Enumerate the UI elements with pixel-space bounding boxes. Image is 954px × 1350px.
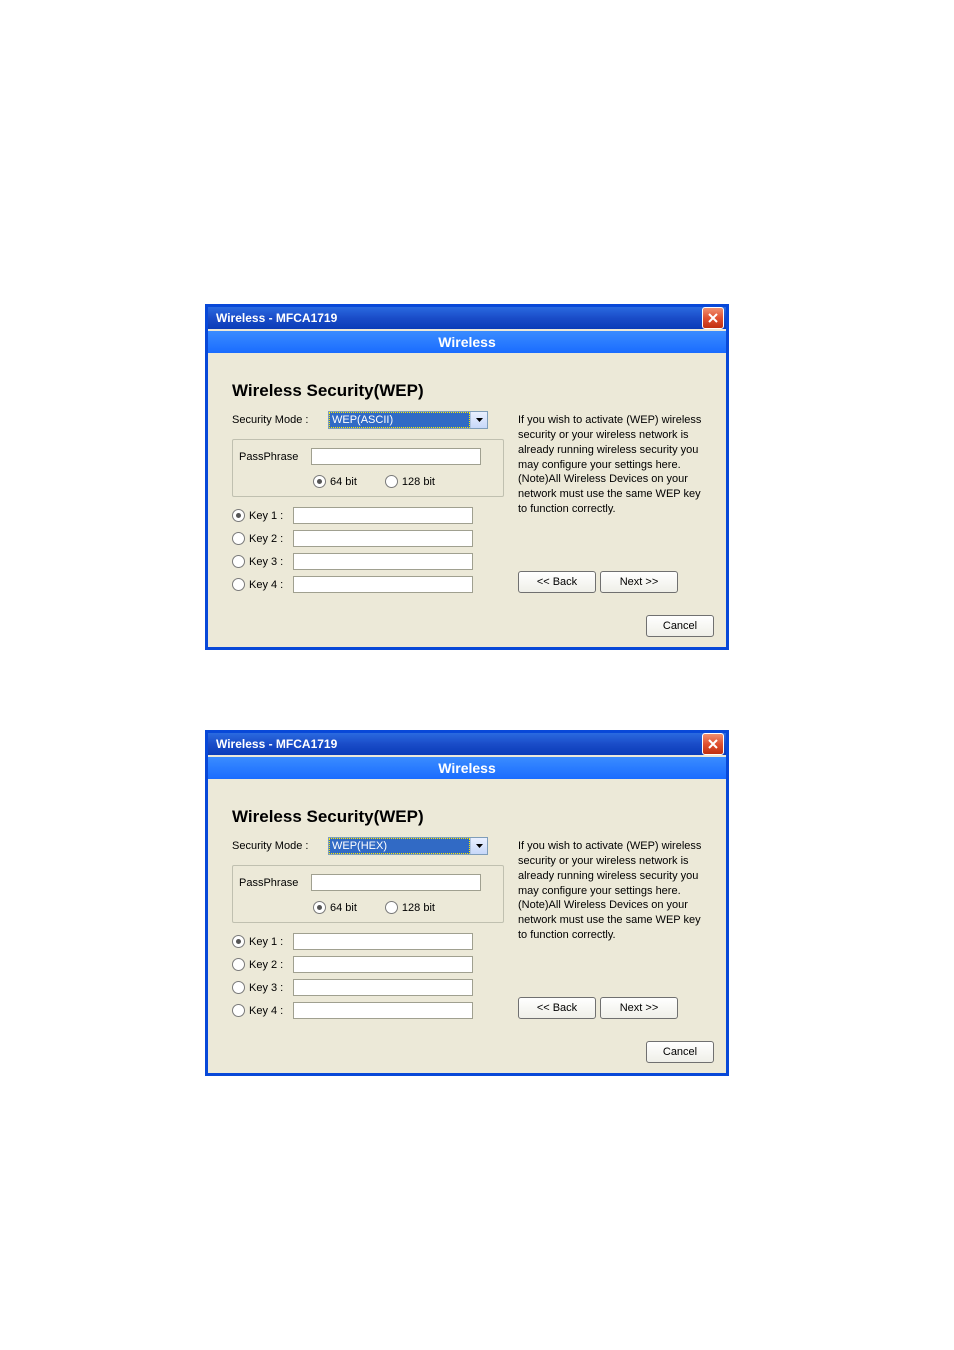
close-button[interactable] (702, 307, 724, 329)
content-area: Wireless Security(WEP) Security Mode : W… (208, 779, 726, 1033)
back-button[interactable]: << Back (518, 571, 596, 593)
key3-label: Key 3 : (249, 556, 289, 568)
security-mode-select[interactable]: WEP(HEX) (328, 837, 488, 855)
radio-icon (385, 901, 398, 914)
radio-64bit-label: 64 bit (330, 476, 357, 488)
key-rows: Key 1 : Key 2 : Key 3 : (232, 933, 504, 1019)
radio-128bit-label: 128 bit (402, 902, 435, 914)
key1-label: Key 1 : (249, 510, 289, 522)
key2-input[interactable] (293, 530, 473, 547)
radio-icon (313, 475, 326, 488)
passphrase-label: PassPhrase (239, 451, 305, 463)
radio-key3[interactable] (232, 981, 245, 994)
security-mode-label: Security Mode : (232, 414, 328, 426)
radio-icon (385, 475, 398, 488)
dropdown-button[interactable] (470, 412, 487, 428)
security-mode-label: Security Mode : (232, 840, 328, 852)
header-band: Wireless (208, 755, 726, 779)
close-icon (708, 313, 718, 323)
radio-128bit-label: 128 bit (402, 476, 435, 488)
radio-64bit[interactable]: 64 bit (313, 901, 357, 914)
radio-64bit-label: 64 bit (330, 902, 357, 914)
close-icon (708, 739, 718, 749)
footer: Cancel (208, 607, 726, 647)
titlebar[interactable]: Wireless - MFCA1719 (208, 307, 726, 329)
radio-64bit[interactable]: 64 bit (313, 475, 357, 488)
window-title: Wireless - MFCA1719 (216, 311, 337, 325)
dropdown-button[interactable] (470, 838, 487, 854)
key2-label: Key 2 : (249, 959, 289, 971)
section-title: Wireless Security(WEP) (232, 807, 712, 827)
help-text: If you wish to activate (WEP) wireless s… (518, 839, 712, 943)
key2-label: Key 2 : (249, 533, 289, 545)
dialog-wireless-1: Wireless - MFCA1719 Wireless Wireless Se… (205, 304, 729, 650)
radio-key3[interactable] (232, 555, 245, 568)
header-band: Wireless (208, 329, 726, 353)
help-text: If you wish to activate (WEP) wireless s… (518, 413, 712, 517)
radio-key2[interactable] (232, 532, 245, 545)
key1-input[interactable] (293, 933, 473, 950)
radio-icon (232, 509, 245, 522)
next-button[interactable]: Next >> (600, 997, 678, 1019)
key3-label: Key 3 : (249, 982, 289, 994)
content-area: Wireless Security(WEP) Security Mode : W… (208, 353, 726, 607)
footer: Cancel (208, 1033, 726, 1073)
radio-icon (232, 981, 245, 994)
radio-key4[interactable] (232, 1004, 245, 1017)
passphrase-label: PassPhrase (239, 877, 305, 889)
section-title: Wireless Security(WEP) (232, 381, 712, 401)
back-button[interactable]: << Back (518, 997, 596, 1019)
key4-input[interactable] (293, 1002, 473, 1019)
radio-128bit[interactable]: 128 bit (385, 475, 435, 488)
key3-input[interactable] (293, 979, 473, 996)
radio-128bit[interactable]: 128 bit (385, 901, 435, 914)
radio-icon (232, 958, 245, 971)
key-rows: Key 1 : Key 2 : Key 3 : (232, 507, 504, 593)
radio-icon (313, 901, 326, 914)
key1-label: Key 1 : (249, 936, 289, 948)
passphrase-input[interactable] (311, 448, 481, 465)
radio-icon (232, 1004, 245, 1017)
passphrase-group: PassPhrase 64 bit 128 bit (232, 865, 504, 923)
radio-key4[interactable] (232, 578, 245, 591)
radio-icon (232, 935, 245, 948)
security-mode-select[interactable]: WEP(ASCII) (328, 411, 488, 429)
radio-icon (232, 532, 245, 545)
radio-icon (232, 578, 245, 591)
titlebar[interactable]: Wireless - MFCA1719 (208, 733, 726, 755)
security-mode-value: WEP(ASCII) (329, 412, 470, 428)
passphrase-input[interactable] (311, 874, 481, 891)
key2-input[interactable] (293, 956, 473, 973)
key4-input[interactable] (293, 576, 473, 593)
key4-label: Key 4 : (249, 579, 289, 591)
key1-input[interactable] (293, 507, 473, 524)
radio-key1[interactable] (232, 935, 245, 948)
key4-label: Key 4 : (249, 1005, 289, 1017)
security-mode-value: WEP(HEX) (329, 838, 470, 854)
passphrase-group: PassPhrase 64 bit 128 bit (232, 439, 504, 497)
cancel-button[interactable]: Cancel (646, 615, 714, 637)
next-button[interactable]: Next >> (600, 571, 678, 593)
key3-input[interactable] (293, 553, 473, 570)
chevron-down-icon (476, 418, 483, 422)
radio-key2[interactable] (232, 958, 245, 971)
window-title: Wireless - MFCA1719 (216, 737, 337, 751)
dialog-wireless-2: Wireless - MFCA1719 Wireless Wireless Se… (205, 730, 729, 1076)
close-button[interactable] (702, 733, 724, 755)
radio-key1[interactable] (232, 509, 245, 522)
radio-icon (232, 555, 245, 568)
chevron-down-icon (476, 844, 483, 848)
cancel-button[interactable]: Cancel (646, 1041, 714, 1063)
